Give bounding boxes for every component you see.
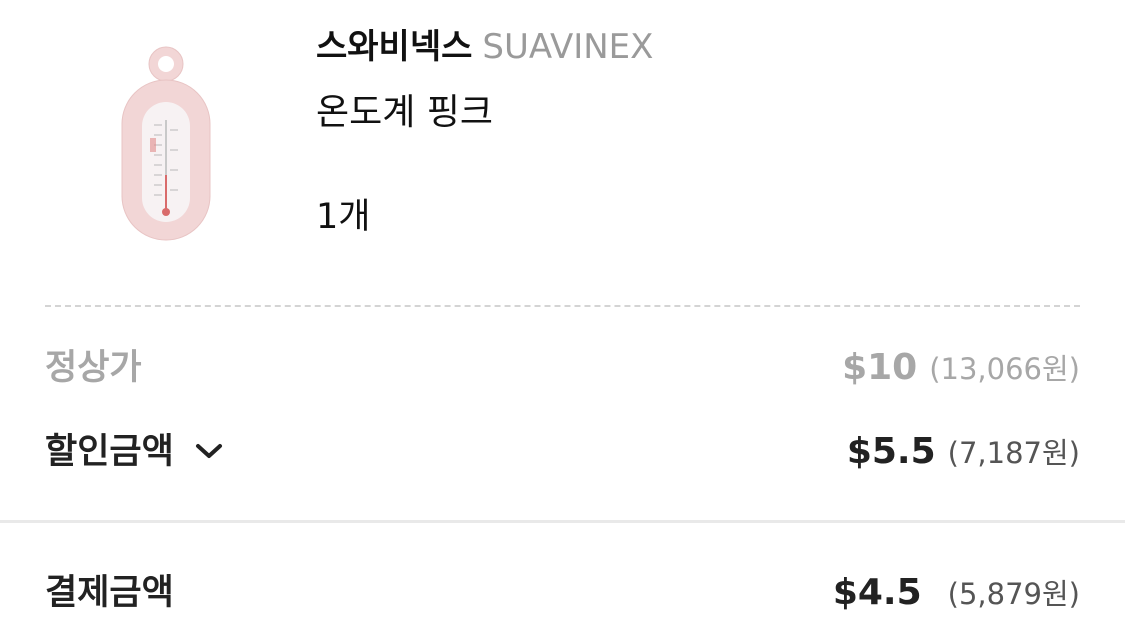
regular-price-label: 정상가 [45, 348, 142, 388]
brand-name-korean[interactable]: 스와비넥스 [316, 27, 472, 67]
discount-row[interactable]: 할인금액 $5.5 (7,187원) [45, 427, 1080, 477]
total-label: 결제금액 [45, 573, 174, 613]
regular-price-usd: $10 [842, 347, 918, 388]
total-usd: $4.5 [832, 572, 922, 613]
regular-price-row: 정상가 $10 (13,066원) [45, 343, 1080, 393]
regular-price-krw: (13,066원) [929, 352, 1080, 386]
discount-krw: (7,187원) [947, 436, 1080, 470]
section-divider [0, 520, 1125, 523]
discount-label-group[interactable]: 할인금액 [45, 427, 226, 477]
thermometer-icon [121, 46, 211, 241]
product-name[interactable]: 온도계 핑크 [316, 90, 493, 136]
discount-label: 할인금액 [45, 432, 174, 472]
dashed-divider [45, 305, 1080, 307]
brand-name-english[interactable]: SUAVINEX [482, 27, 653, 67]
brand: 스와비넥스 SUAVINEX [316, 25, 653, 69]
chevron-down-icon[interactable] [192, 440, 226, 462]
regular-price-amount: $10 (13,066원) [842, 343, 1080, 399]
total-row: 결제금액 $4.5 (5,879원) [45, 568, 1080, 618]
product-quantity: 1개 [316, 197, 371, 237]
product-image [112, 40, 222, 245]
total-krw: (5,879원) [947, 577, 1080, 611]
discount-amount: $5.5 (7,187원) [847, 427, 1080, 483]
total-amount: $4.5 (5,879원) [833, 568, 1080, 624]
discount-usd: $5.5 [846, 431, 936, 472]
